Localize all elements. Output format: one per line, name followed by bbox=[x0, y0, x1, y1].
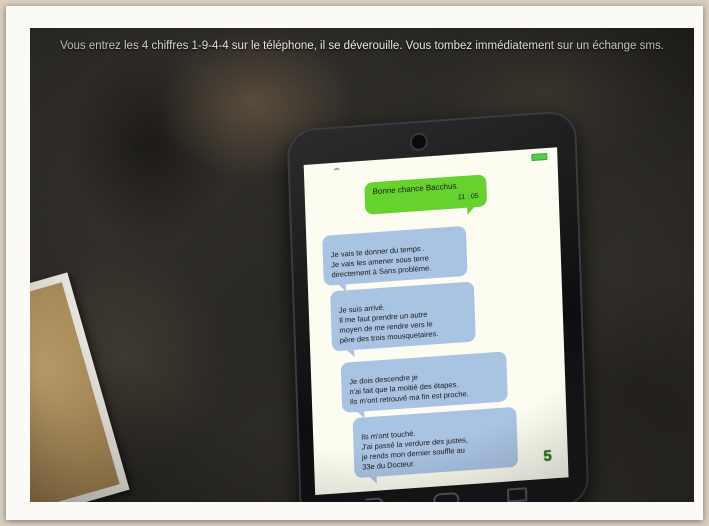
nav-back-icon[interactable] bbox=[365, 497, 384, 502]
sms-text: Je dois descendre je n'ai fait que la mo… bbox=[349, 372, 469, 407]
sms-text: Je suis arrivé. Il me faut prendre un au… bbox=[338, 302, 439, 345]
sms-bubble-incoming[interactable]: Je suis arrivé. Il me faut prendre un au… bbox=[330, 281, 476, 352]
page-number-indicator: 5 bbox=[543, 447, 553, 465]
phone-speaker bbox=[409, 132, 429, 152]
battery-icon bbox=[531, 152, 548, 162]
game-scene: Vous entrez les 4 chiffres 1-9-4-4 sur l… bbox=[30, 28, 694, 502]
sms-text: Ils m'ont touché. J'ai passé la verdure … bbox=[361, 428, 468, 472]
sms-bubble-incoming[interactable]: Je vais te donner du temps . Je vais les… bbox=[322, 225, 468, 286]
old-photograph[interactable] bbox=[30, 272, 130, 502]
nav-home-icon[interactable] bbox=[433, 491, 460, 502]
nav-recent-icon[interactable] bbox=[506, 487, 528, 502]
old-photograph-image bbox=[30, 282, 120, 502]
sms-text: Je vais te donner du temps . Je vais les… bbox=[330, 243, 432, 280]
narration-text: Vous entrez les 4 chiffres 1-9-4-4 sur l… bbox=[60, 40, 664, 52]
phone-screen: Bonne chance Bacchus. 11 : 05 Je vais te… bbox=[303, 147, 569, 495]
smartphone[interactable]: Bonne chance Bacchus. 11 : 05 Je vais te… bbox=[286, 109, 590, 502]
wifi-icon bbox=[333, 167, 340, 174]
sms-bubble-incoming[interactable]: Ils m'ont touché. J'ai passé la verdure … bbox=[352, 406, 519, 479]
sms-bubble-outgoing[interactable]: Bonne chance Bacchus. 11 : 05 bbox=[364, 174, 488, 215]
photo-frame: Vous entrez les 4 chiffres 1-9-4-4 sur l… bbox=[6, 6, 703, 520]
sms-bubble-incoming[interactable]: Je dois descendre je n'ai fait que la mo… bbox=[340, 351, 508, 413]
